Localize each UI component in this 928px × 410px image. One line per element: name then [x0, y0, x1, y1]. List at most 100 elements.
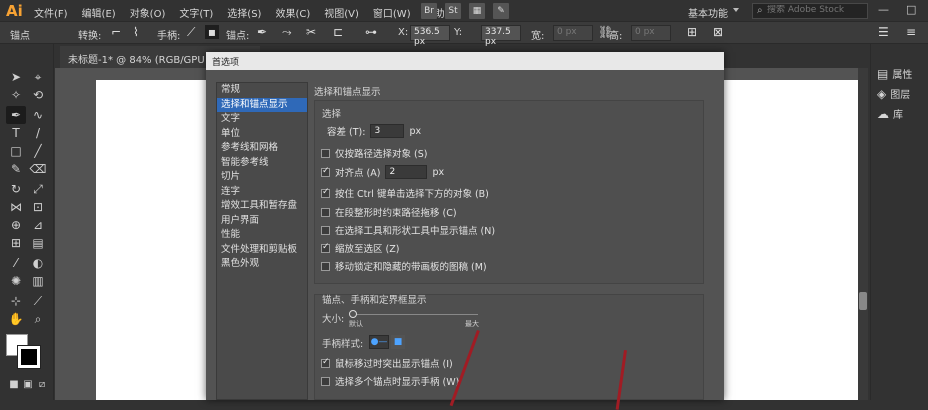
nav-general[interactable]: 常规	[217, 83, 307, 98]
checkbox[interactable]	[321, 242, 330, 253]
x-field[interactable]: 536.5 px	[410, 25, 450, 47]
magic-wand-tool-icon[interactable]: ✧	[6, 86, 26, 104]
shape-builder-tool-icon[interactable]: ⊕	[6, 216, 26, 234]
convert-smooth-icon[interactable]: ⌇	[133, 25, 139, 39]
mesh-tool-icon[interactable]: ⊞	[6, 234, 26, 252]
handle-style-option-2[interactable]: ■	[391, 335, 405, 349]
nav-slices[interactable]: 切片	[217, 170, 307, 185]
option-zoom-selection[interactable]: 缩放至选区 (Z)	[321, 241, 399, 255]
option-move-locked[interactable]: 移动锁定和隐藏的带画板的图稿 (M)	[321, 259, 487, 273]
nav-performance[interactable]: 性能	[217, 228, 307, 243]
menu-effect[interactable]: 效果(C)	[275, 5, 310, 20]
workspace-switcher[interactable]: 基本功能	[688, 5, 728, 20]
chevron-down-icon[interactable]	[733, 8, 739, 12]
selection-tool-icon[interactable]: ➤	[6, 68, 26, 86]
snap-point-input[interactable]: 2	[385, 165, 428, 179]
curvature-tool-icon[interactable]: ∿	[28, 106, 48, 124]
handle-style-option-1[interactable]: ●—	[369, 335, 389, 349]
shaper-tool-icon[interactable]: ✎	[6, 160, 26, 178]
isolate-icon[interactable]: ⊏	[333, 25, 343, 39]
paintbrush-tool-icon[interactable]: ╱	[28, 142, 48, 160]
menu-object[interactable]: 对象(O)	[130, 5, 166, 20]
checkbox[interactable]	[321, 376, 330, 386]
menu-window[interactable]: 窗口(W)	[373, 5, 411, 20]
symbol-sprayer-tool-icon[interactable]: ✺	[6, 272, 26, 290]
option-path-only[interactable]: 仅按路径选择对象 (S)	[321, 146, 427, 160]
checkbox[interactable]	[321, 166, 330, 177]
panel-menu-icon[interactable]: ☰	[878, 25, 889, 39]
scale-tool-icon[interactable]: ⤢	[28, 180, 48, 198]
none-mode-icon[interactable]: ⧄	[32, 376, 52, 394]
width-tool-icon[interactable]: ⋈	[6, 198, 26, 216]
y-field[interactable]: 337.5 px	[481, 25, 521, 47]
slice-tool-icon[interactable]: ⟋	[28, 292, 48, 310]
nav-plugins-scratch[interactable]: 增效工具和暂存盘	[217, 199, 307, 214]
type-tool-icon[interactable]: T	[6, 124, 26, 142]
free-transform-tool-icon[interactable]: ⊡	[28, 198, 48, 216]
h-field[interactable]: 0 px	[631, 25, 671, 41]
rotate-tool-icon[interactable]: ↻	[6, 180, 26, 198]
blend-tool-icon[interactable]: ◐	[28, 254, 48, 272]
nav-units[interactable]: 单位	[217, 127, 307, 142]
search-input[interactable]	[767, 5, 867, 15]
option-show-handles-multi[interactable]: 选择多个锚点时显示手柄 (W)	[321, 374, 459, 388]
gpu-icon[interactable]: ✎	[493, 3, 509, 19]
menu-file[interactable]: 文件(F)	[34, 5, 68, 20]
remove-anchor-icon[interactable]: ✒	[257, 25, 267, 39]
convert-corner-icon[interactable]: ⌐	[111, 25, 121, 39]
nav-guides-grid[interactable]: 参考线和网格	[217, 141, 307, 156]
option-constrain-drag[interactable]: 在段整形时约束路径拖移 (C)	[321, 205, 457, 219]
connect-anchor-icon[interactable]: ⤳	[282, 25, 292, 40]
nav-user-interface[interactable]: 用户界面	[217, 214, 307, 229]
bridge-icon[interactable]: Br	[421, 3, 437, 19]
line-tool-icon[interactable]: /	[28, 124, 48, 142]
align-icon[interactable]: ⊶	[365, 25, 377, 39]
checkbox[interactable]	[321, 148, 330, 158]
artboard-tool-icon[interactable]: ⊹	[6, 292, 26, 310]
nav-type[interactable]: 文字	[217, 112, 307, 127]
w-field[interactable]: 0 px	[553, 25, 593, 41]
stock-search[interactable]: ⌕	[752, 3, 868, 19]
layers-panel-tab[interactable]: ◈ 图层	[877, 86, 910, 102]
arrange-icon[interactable]: ▦	[469, 3, 485, 19]
option-ctrl-click[interactable]: 按住 Ctrl 键单击选择下方的对象 (B)	[321, 186, 489, 200]
option-snap-point[interactable]: 对齐点 (A) 2 px	[321, 165, 444, 179]
properties-panel-tab[interactable]: ▤ 属性	[877, 66, 912, 82]
menu-select[interactable]: 选择(S)	[227, 5, 261, 20]
pen-tool-icon[interactable]: ✒	[6, 106, 26, 124]
tolerance-input[interactable]: 3	[370, 124, 405, 138]
nav-file-clipboard[interactable]: 文件处理和剪贴板	[217, 243, 307, 258]
option-highlight-anchors[interactable]: 鼠标移过时突出显示锚点 (I)	[321, 356, 453, 370]
anchor-size-slider-track[interactable]	[352, 314, 478, 315]
transform-icon[interactable]: ⊞	[687, 25, 697, 39]
nav-black-appearance[interactable]: 黑色外观	[217, 257, 307, 272]
stock-icon[interactable]: St	[445, 3, 461, 19]
zoom-tool-icon[interactable]: ⌕	[28, 310, 48, 328]
menu-view[interactable]: 视图(V)	[324, 5, 359, 20]
hide-handles-icon[interactable]: ▪	[205, 25, 219, 39]
vertical-scrollbar[interactable]	[858, 68, 868, 400]
menu-type[interactable]: 文字(T)	[179, 5, 213, 20]
lasso-tool-icon[interactable]: ⟲	[28, 86, 48, 104]
checkbox[interactable]	[321, 187, 330, 198]
gradient-tool-icon[interactable]: ▤	[28, 234, 48, 252]
checkbox[interactable]	[321, 225, 330, 235]
checkbox[interactable]	[321, 207, 330, 217]
option-show-anchors[interactable]: 在选择工具和形状工具中显示锚点 (N)	[321, 223, 495, 237]
column-graph-tool-icon[interactable]: ▥	[28, 272, 48, 290]
nav-smart-guides[interactable]: 智能参考线	[217, 156, 307, 171]
cut-path-icon[interactable]: ✂	[306, 25, 316, 39]
libraries-panel-tab[interactable]: ☁ 库	[877, 106, 903, 122]
checkbox[interactable]	[321, 261, 330, 271]
isolate-mode-icon[interactable]: ⊠	[713, 25, 723, 39]
stroke-swatch[interactable]	[17, 345, 41, 369]
nav-selection-anchor[interactable]: 选择和锚点显示	[217, 97, 307, 112]
minimize-icon[interactable]: —	[878, 3, 889, 16]
perspective-grid-tool-icon[interactable]: ⊿	[28, 216, 48, 234]
scrollbar-thumb[interactable]	[859, 292, 867, 310]
checkbox[interactable]	[321, 357, 330, 368]
maximize-icon[interactable]: □	[906, 3, 916, 16]
eraser-tool-icon[interactable]: ⌫	[28, 160, 48, 178]
direct-selection-tool-icon[interactable]: ⌖	[28, 68, 48, 86]
menu-edit[interactable]: 编辑(E)	[82, 5, 116, 20]
